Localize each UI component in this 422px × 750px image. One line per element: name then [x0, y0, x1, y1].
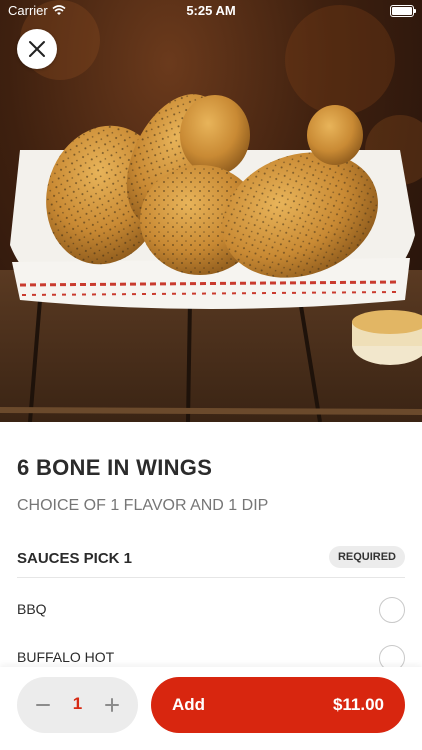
wings-photo — [0, 0, 422, 422]
sauces-section-title: SAUCES PICK 1 — [17, 550, 133, 567]
sauce-option-buffalo-hot[interactable]: BUFFALO HOT — [17, 645, 405, 671]
close-icon — [29, 41, 45, 57]
add-button-label: Add — [172, 695, 206, 714]
increase-quantity-button[interactable] — [92, 677, 132, 733]
product-hero-image — [0, 0, 422, 422]
status-bar: Carrier 5:25 AM — [0, 0, 422, 22]
product-title: 6 BONE IN WINGS — [17, 455, 213, 480]
add-button-price: $11.00 — [332, 695, 384, 714]
quantity-stepper: 1 — [17, 677, 138, 733]
required-badge: REQUIRED — [328, 546, 405, 568]
plus-icon — [105, 698, 119, 712]
sauce-option-label: BBQ — [17, 601, 47, 617]
sauces-section-header: SAUCES PICK 1 REQUIRED — [17, 546, 405, 578]
close-button[interactable] — [17, 29, 57, 69]
product-subtitle: CHOICE OF 1 FLAVOR AND 1 DIP — [17, 497, 269, 514]
clock-time: 5:25 AM — [186, 3, 236, 18]
sauce-option-label: BUFFALO HOT — [17, 649, 115, 665]
battery-icon — [390, 5, 416, 17]
add-to-cart-button[interactable]: Add $11.00 — [151, 677, 405, 733]
bottom-action-bar: 1 Add $11.00 — [0, 667, 422, 750]
sauce-radio-bbq[interactable] — [379, 597, 405, 623]
sauce-option-bbq[interactable]: BBQ — [17, 597, 405, 623]
